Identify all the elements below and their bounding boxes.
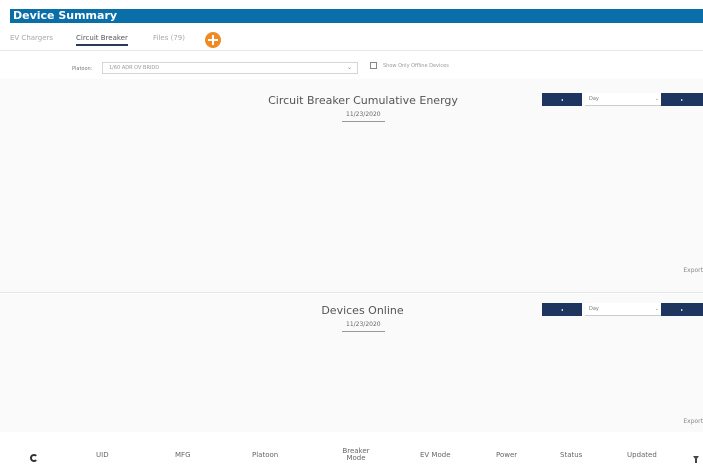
devices-next-button[interactable]: ▸ — [661, 303, 703, 316]
energy-export-button[interactable]: Export — [683, 267, 703, 274]
tab-divider — [0, 50, 703, 51]
devices-period-select[interactable]: Day ⌄ — [585, 303, 661, 316]
energy-period-select[interactable]: Day ⌄ — [585, 93, 661, 106]
chevron-down-icon: ⌄ — [346, 64, 352, 71]
tab-bar: EV Chargers Circuit Breaker Files (79) — [0, 30, 703, 50]
platoon-select-value: 1/60 ADR OV BRIDD — [109, 65, 160, 71]
column-power[interactable]: Power — [496, 452, 517, 459]
devices-online-date[interactable]: 11/23/2020 — [342, 321, 385, 332]
energy-chart-panel: Circuit Breaker Cumulative Energy 11/23/… — [0, 79, 703, 292]
energy-next-button[interactable]: ▸ — [661, 93, 703, 106]
column-ev-mode[interactable]: EV Mode — [420, 452, 451, 459]
device-table-header: UID MFG Platoon Breaker Mode EV Mode Pow… — [0, 448, 703, 467]
devices-online-panel: Devices Online 11/23/2020 ◂ Day ⌄ ▸ Expo… — [0, 294, 703, 432]
column-breaker-mode[interactable]: Breaker Mode — [338, 448, 374, 462]
column-status[interactable]: Status — [560, 452, 582, 459]
offline-checkbox[interactable] — [370, 62, 377, 69]
tab-circuit-breaker[interactable]: Circuit Breaker — [76, 34, 128, 46]
energy-chart-date[interactable]: 11/23/2020 — [342, 111, 385, 122]
tab-files[interactable]: Files (79) — [153, 34, 185, 42]
filter-icon[interactable] — [693, 456, 699, 463]
devices-export-button[interactable]: Export — [683, 418, 703, 425]
platoon-select[interactable]: 1/60 ADR OV BRIDD ⌄ — [102, 62, 358, 74]
column-uid[interactable]: UID — [96, 452, 109, 459]
energy-prev-button[interactable]: ◂ — [542, 93, 582, 106]
tab-ev-chargers[interactable]: EV Chargers — [10, 34, 53, 42]
column-updated[interactable]: Updated — [627, 452, 657, 459]
column-mfg[interactable]: MFG — [175, 452, 191, 459]
refresh-icon[interactable] — [30, 454, 38, 462]
page-title: Device Summary — [13, 9, 118, 22]
platoon-label: Platoon: — [72, 66, 93, 72]
devices-prev-button[interactable]: ◂ — [542, 303, 582, 316]
plus-circle-icon[interactable] — [205, 32, 221, 48]
chevron-down-icon: ⌄ — [654, 306, 659, 312]
offline-checkbox-label: Show Only Offline Devices — [383, 63, 449, 69]
panel-divider — [0, 292, 703, 293]
devices-period-value: Day — [589, 306, 599, 312]
title-bar: Device Summary — [10, 9, 703, 23]
chevron-down-icon: ⌄ — [654, 96, 659, 102]
energy-period-value: Day — [589, 96, 599, 102]
column-platoon[interactable]: Platoon — [252, 452, 278, 459]
